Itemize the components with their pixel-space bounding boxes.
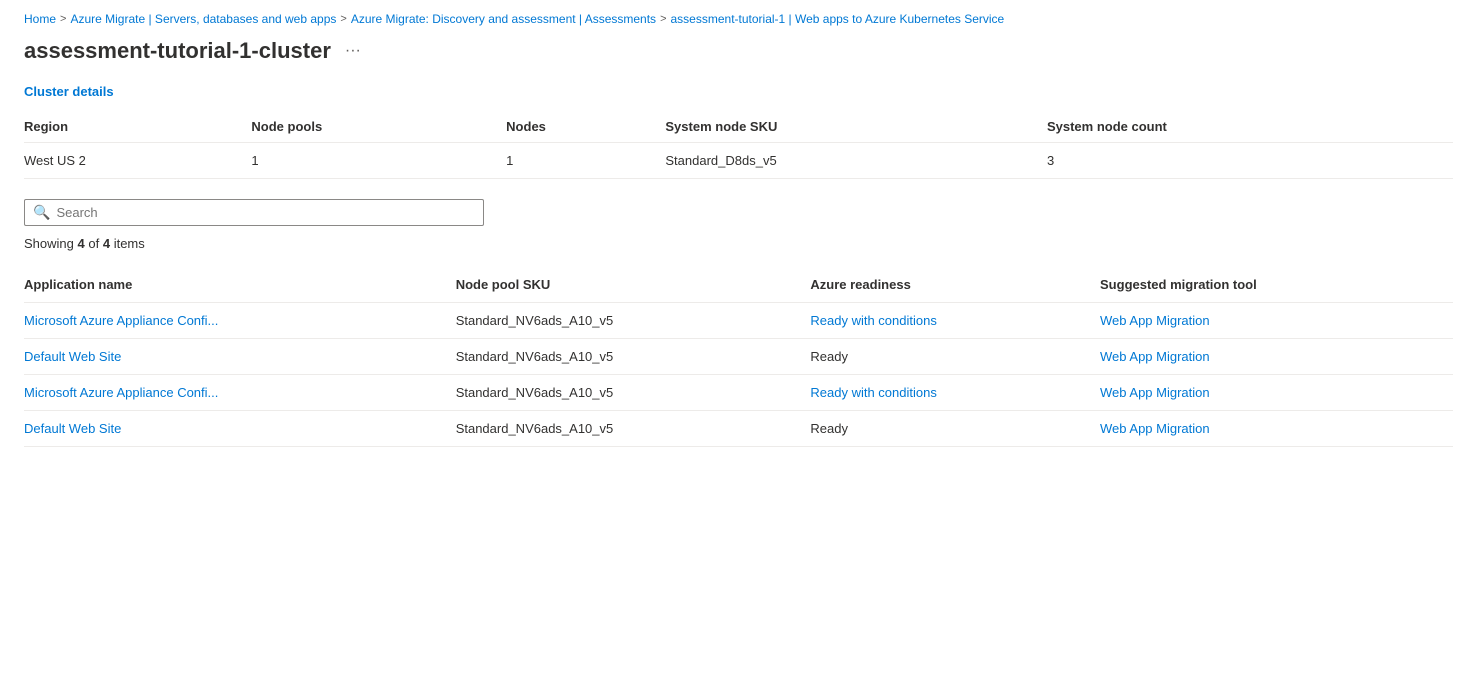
cell-migration-tool: Web App Migration — [1100, 339, 1453, 375]
table-row: Default Web Site Standard_NV6ads_A10_v5Re… — [24, 339, 1453, 375]
cell-node-pool-sku: Standard_NV6ads_A10_v5 — [456, 339, 811, 375]
cluster-details-label[interactable]: Cluster details — [24, 84, 1453, 99]
page-title: assessment-tutorial-1-cluster — [24, 38, 331, 64]
search-input[interactable] — [56, 205, 475, 220]
breadcrumb-sep-3: > — [660, 13, 666, 25]
breadcrumb-sep-1: > — [60, 13, 66, 25]
breadcrumb-migrate[interactable]: Azure Migrate | Servers, databases and w… — [70, 12, 336, 26]
table-row: Default Web Site Standard_NV6ads_A10_v5Re… — [24, 411, 1453, 447]
cell-node-pool-sku: Standard_NV6ads_A10_v5 — [456, 375, 811, 411]
apps-col-readiness: Azure readiness — [810, 267, 1100, 303]
cell-node-pool-sku: Standard_NV6ads_A10_v5 — [456, 411, 811, 447]
search-icon: 🔍 — [33, 204, 50, 221]
cell-azure-readiness: Ready with conditions — [810, 303, 1100, 339]
cell-app-name: Default Web Site — [24, 339, 456, 375]
col-region: Region — [24, 111, 251, 143]
cell-app-name: Microsoft Azure Appliance Confi... — [24, 375, 456, 411]
cell-migration-tool: Web App Migration — [1100, 411, 1453, 447]
migration-tool-link[interactable]: Web App Migration — [1100, 313, 1210, 328]
readiness-link[interactable]: Ready with conditions — [810, 313, 936, 328]
col-nodes: Nodes — [506, 111, 665, 143]
cluster-data-row: West US 2 1 1 Standard_D8ds_v5 3 — [24, 143, 1453, 179]
readiness-link[interactable]: Ready with conditions — [810, 385, 936, 400]
col-system-node-count: System node count — [1047, 111, 1453, 143]
breadcrumb-assessments[interactable]: Azure Migrate: Discovery and assessment … — [351, 12, 656, 26]
table-row: Microsoft Azure Appliance Confi... Standa… — [24, 303, 1453, 339]
cell-app-name: Microsoft Azure Appliance Confi... — [24, 303, 456, 339]
cell-nodes: 1 — [506, 143, 665, 179]
cell-app-name: Default Web Site — [24, 411, 456, 447]
cluster-details-table: Region Node pools Nodes System node SKU … — [24, 111, 1453, 179]
cell-migration-tool: Web App Migration — [1100, 303, 1453, 339]
col-system-node-sku: System node SKU — [665, 111, 1047, 143]
migration-tool-link[interactable]: Web App Migration — [1100, 349, 1210, 364]
col-node-pools: Node pools — [251, 111, 506, 143]
search-box[interactable]: 🔍 — [24, 199, 484, 226]
cell-system-node-count: 3 — [1047, 143, 1453, 179]
breadcrumb-sep-2: > — [340, 13, 346, 25]
migration-tool-link[interactable]: Web App Migration — [1100, 385, 1210, 400]
cell-system-node-sku: Standard_D8ds_v5 — [665, 143, 1047, 179]
page-title-row: assessment-tutorial-1-cluster ··· — [24, 38, 1453, 64]
apps-col-sku: Node pool SKU — [456, 267, 811, 303]
apps-col-name: Application name — [24, 267, 456, 303]
items-count: Showing 4 of 4 items — [24, 236, 1453, 251]
ellipsis-button[interactable]: ··· — [339, 40, 367, 62]
cell-azure-readiness: Ready — [810, 339, 1100, 375]
page-container: Home > Azure Migrate | Servers, database… — [0, 0, 1477, 471]
cell-node-pool-sku: Standard_NV6ads_A10_v5 — [456, 303, 811, 339]
cell-node-pools: 1 — [251, 143, 506, 179]
cell-azure-readiness: Ready with conditions — [810, 375, 1100, 411]
breadcrumb-home[interactable]: Home — [24, 12, 56, 26]
breadcrumb-tutorial[interactable]: assessment-tutorial-1 | Web apps to Azur… — [671, 12, 1005, 26]
app-name-link[interactable]: Default Web Site — [24, 421, 121, 436]
app-name-link[interactable]: Default Web Site — [24, 349, 121, 364]
app-name-link[interactable]: Microsoft Azure Appliance Confi... — [24, 313, 218, 328]
cell-region: West US 2 — [24, 143, 251, 179]
apps-table: Application name Node pool SKU Azure rea… — [24, 267, 1453, 447]
migration-tool-link[interactable]: Web App Migration — [1100, 421, 1210, 436]
table-row: Microsoft Azure Appliance Confi... Standa… — [24, 375, 1453, 411]
cell-migration-tool: Web App Migration — [1100, 375, 1453, 411]
apps-col-migration: Suggested migration tool — [1100, 267, 1453, 303]
breadcrumb: Home > Azure Migrate | Servers, database… — [24, 12, 1453, 26]
app-name-link[interactable]: Microsoft Azure Appliance Confi... — [24, 385, 218, 400]
cell-azure-readiness: Ready — [810, 411, 1100, 447]
